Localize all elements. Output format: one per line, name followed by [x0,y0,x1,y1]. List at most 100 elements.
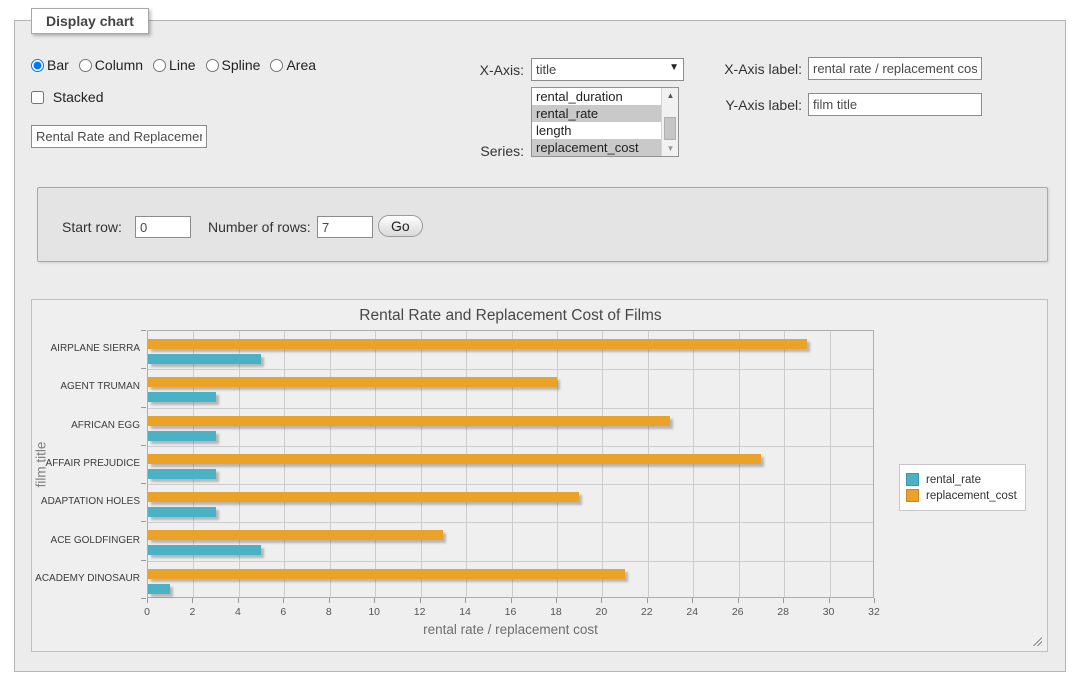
x-tick-mark [147,598,148,603]
bar-replacement_cost [148,530,443,540]
gridline [512,331,513,597]
chart-title-input[interactable] [31,125,207,148]
go-button[interactable]: Go [378,215,423,237]
gridline [421,331,422,597]
y-tick-mark [141,521,146,522]
series-option-length[interactable]: length [532,122,661,139]
x-tick-label: 16 [496,606,526,618]
stacked-row: Stacked [31,89,103,105]
plot-area [147,330,874,598]
gridline [148,522,873,523]
gridline [784,331,785,597]
category-label: ADAPTATION HOLES [32,496,140,508]
rows-panel: Start row: Number of rows: Go [37,187,1048,262]
stacked-checkbox[interactable] [31,91,44,104]
legend-swatch [906,489,919,502]
chart-type-spline-label: Spline [206,57,261,73]
category-label: ACADEMY DINOSAUR [32,573,140,585]
category-label: AFFAIR PREJUDICE [32,458,140,470]
x-tick-mark [465,598,466,603]
gridline [557,331,558,597]
y-tick-mark [141,560,146,561]
legend-item: rental_rate [906,473,1017,486]
gridline [193,331,194,597]
gridline [148,484,873,485]
y-tick-mark [141,445,146,446]
start-row-label: Start row: [62,219,122,235]
gridline [830,331,831,597]
gridline [648,331,649,597]
bar-replacement_cost [148,339,807,349]
x-tick-label: 32 [859,606,889,618]
chart-type-bar-radio[interactable] [31,59,44,72]
chart-type-column-label: Column [79,57,143,73]
x-tick-label: 14 [450,606,480,618]
chart-type-line-radio[interactable] [153,59,166,72]
fieldset-legend: Display chart [31,8,149,34]
start-row-input[interactable] [135,216,191,238]
chart-type-bar-label: Bar [31,57,69,73]
x-axis-label-input[interactable] [808,57,982,80]
bar-rental_rate [148,431,216,441]
bar-replacement_cost [148,569,625,579]
x-tick-label: 6 [268,606,298,618]
scrollbar-thumb[interactable] [664,117,676,140]
gridline [239,331,240,597]
series-option-rental_duration[interactable]: rental_duration [532,88,661,105]
num-rows-label: Number of rows: [208,219,311,235]
series-option-rental_rate[interactable]: rental_rate [532,105,661,122]
bar-rental_rate [148,392,216,402]
y-tick-mark [141,483,146,484]
series-scrollbar[interactable]: ▲ ▼ [661,88,678,156]
chart: Rental Rate and Replacement Cost of Film… [31,299,1048,652]
scroll-up-icon[interactable]: ▲ [662,88,679,103]
x-axis-select-label: X-Axis: [395,62,524,78]
y-tick-mark [141,330,146,331]
y-axis-label-input[interactable] [808,93,982,116]
y-tick-mark [141,368,146,369]
bar-replacement_cost [148,377,557,387]
gridline [602,331,603,597]
gridline [148,369,873,370]
x-tick-mark [374,598,375,603]
x-tick-mark [420,598,421,603]
resize-handle-icon[interactable] [1031,635,1042,646]
bar-replacement_cost [148,492,579,502]
x-tick-mark [329,598,330,603]
legend-item: replacement_cost [906,489,1017,502]
chart-type-area-radio[interactable] [270,59,283,72]
gridline [148,561,873,562]
chart-title: Rental Rate and Replacement Cost of Film… [147,307,874,325]
scroll-down-icon[interactable]: ▼ [662,141,679,156]
x-tick-mark [692,598,693,603]
x-axis-title: rental rate / replacement cost [147,622,874,637]
x-tick-label: 26 [723,606,753,618]
x-tick-label: 10 [359,606,389,618]
x-tick-mark [783,598,784,603]
gridline [284,331,285,597]
series-option-replacement_cost[interactable]: replacement_cost [532,139,661,156]
x-tick-label: 2 [177,606,207,618]
chart-type-line-label: Line [153,57,195,73]
gridline [739,331,740,597]
x-axis-select-wrap: title ▼ [531,58,684,81]
x-tick-mark [238,598,239,603]
x-tick-label: 8 [314,606,344,618]
gridline [148,408,873,409]
x-tick-label: 4 [223,606,253,618]
x-tick-label: 12 [405,606,435,618]
num-rows-input[interactable] [317,216,373,238]
x-axis-label-label: X-Axis label: [680,61,802,77]
x-tick-mark [647,598,648,603]
x-tick-mark [829,598,830,603]
x-tick-mark [283,598,284,603]
chart-type-spline-radio[interactable] [206,59,219,72]
x-tick-mark [874,598,875,603]
bar-rental_rate [148,354,261,364]
chart-type-column-radio[interactable] [79,59,92,72]
x-axis-select[interactable]: title [531,58,684,81]
x-tick-mark [192,598,193,603]
series-listbox[interactable]: rental_durationrental_ratelengthreplacem… [531,87,679,157]
x-tick-label: 24 [677,606,707,618]
bar-rental_rate [148,545,261,555]
